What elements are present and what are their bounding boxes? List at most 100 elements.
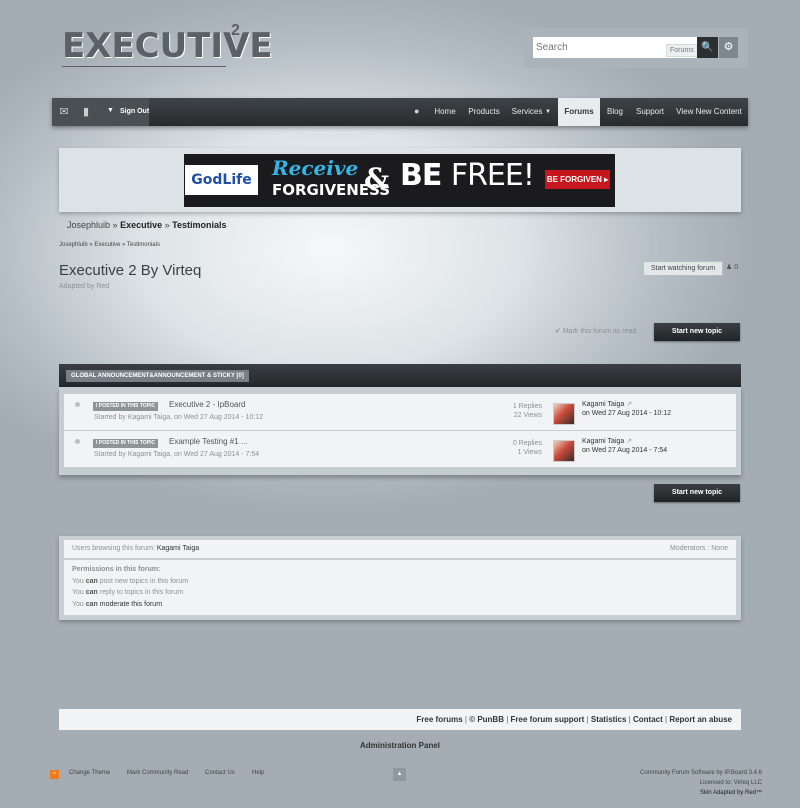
search-options-button[interactable]: ⚙ — [719, 37, 738, 58]
banner-free: FREE! — [450, 158, 535, 193]
nav-forums[interactable]: Forums — [558, 98, 600, 126]
topic-title-link[interactable]: Example Testing #1 ... — [169, 437, 248, 446]
last-post-date: on Wed 27 Aug 2014 - 10:12 — [582, 410, 671, 417]
users-browsing-label: Users browsing this forum: — [72, 545, 155, 552]
permission-line: You can moderate this forum — [72, 601, 162, 608]
mark-community-read-link[interactable]: Mark Community Read — [127, 770, 188, 776]
footer-links: Free forums | © PunBB | Free forum suppo… — [416, 715, 732, 724]
breadcrumb-small[interactable]: Josephluib » Executive » Testimonials — [59, 242, 160, 248]
banner-ampersand: & — [364, 162, 390, 195]
topic-replies: 1 Replies — [512, 403, 542, 410]
topic-views: 22 Views — [513, 412, 542, 419]
permission-line: You can post new topics in this forum — [72, 578, 188, 585]
help-link[interactable]: Help — [252, 770, 264, 776]
nav-services[interactable]: Services — [511, 98, 543, 126]
breadcrumb-executive[interactable]: Executive — [120, 220, 162, 230]
services-chevron-down-icon[interactable]: ▼ — [545, 109, 551, 115]
search-scope-label[interactable]: Forums — [666, 44, 698, 57]
change-theme-link[interactable]: Change Theme — [69, 770, 110, 776]
breadcrumb-home[interactable]: Josephluib — [67, 220, 110, 230]
banner-receive-text: Receive — [272, 156, 359, 180]
administration-panel-link[interactable]: Administration Panel — [0, 741, 800, 750]
perm-can: can — [85, 578, 98, 585]
logo-underline — [62, 66, 226, 67]
topic-title-link[interactable]: Executive 2 - IpBoard — [169, 400, 245, 409]
search-icon: 🔍 — [701, 42, 714, 53]
checkmark-icon: ✔ — [555, 328, 561, 335]
breadcrumb: Josephluib » Executive » Testimonials — [67, 220, 227, 230]
last-post-date: on Wed 27 Aug 2014 - 7:54 — [582, 447, 668, 454]
banner-be-free-text: BE FREE! — [400, 158, 535, 193]
footer-link-punbb[interactable]: © PunBB — [469, 715, 504, 724]
breadcrumb-testimonials[interactable]: Testimonials — [172, 220, 226, 230]
footer-link-support[interactable]: Free forum support — [511, 715, 585, 724]
footer-link-free-forums[interactable]: Free forums — [416, 715, 462, 724]
perm-can: can — [85, 589, 98, 596]
page-subtitle: Adapted by Red — [59, 283, 110, 290]
godlife-logo: GodLife — [185, 165, 258, 195]
footer-link-report-abuse[interactable]: Report an abuse — [669, 715, 732, 724]
page-title: Executive 2 By Virteq — [59, 262, 202, 279]
topic-started-by: Started by Kagami Taiga, on Wed 27 Aug 2… — [94, 414, 264, 421]
skin-credit-text: Skin Adapted by Red™ — [699, 790, 762, 796]
contact-us-link[interactable]: Contact Us — [205, 770, 235, 776]
moderators-label: Moderators : None — [670, 545, 728, 552]
last-post-user[interactable]: Kagami Taiga ↗ — [582, 400, 632, 408]
users-browsing: Users browsing this forum: Kagami Taiga — [72, 545, 199, 552]
avatar[interactable] — [553, 440, 575, 462]
footer-link-statistics[interactable]: Statistics — [591, 715, 627, 724]
perm-text: reply to topics in this forum — [97, 589, 184, 596]
posted-badge: I POSTED IN THIS TOPIC — [93, 439, 159, 448]
nav-products[interactable]: Products — [465, 98, 503, 126]
topic-status-icon — [75, 439, 80, 444]
start-new-topic-button-bottom[interactable]: Start new topic — [654, 484, 740, 502]
topic-status-icon — [75, 402, 80, 407]
topic-started-by: Started by Kagami Taiga, on Wed 27 Aug 2… — [94, 451, 260, 458]
permissions-title: Permissions in this forum: — [72, 566, 161, 573]
perm-prefix: You — [72, 589, 86, 596]
powered-by-text[interactable]: Community Forum Software by IP.Board 3.4… — [640, 770, 762, 776]
search-button[interactable]: 🔍 — [697, 37, 718, 58]
last-post-user-name: Kagami Taiga — [582, 401, 625, 408]
mark-read-link[interactable]: ✔ Mark this forum as read — [555, 327, 636, 335]
avatar[interactable] — [553, 403, 575, 425]
last-post-user[interactable]: Kagami Taiga ↗ — [582, 437, 632, 445]
chevron-down-icon[interactable]: ▼ — [107, 107, 114, 114]
site-logo-sup: 2 — [231, 22, 240, 39]
perm-prefix: You — [72, 578, 86, 585]
permissions-box — [64, 560, 736, 615]
perm-text: moderate this forum — [97, 601, 163, 608]
last-post-user-name: Kagami Taiga — [582, 438, 625, 445]
sign-out-link[interactable]: Sign Out — [120, 108, 149, 115]
followers-icon: ♟ — [726, 264, 733, 271]
followers-count[interactable]: ♟ 0 — [726, 263, 738, 271]
site-logo[interactable]: EXECUTIVE — [62, 26, 273, 66]
breadcrumb-sep: » — [112, 220, 118, 230]
view-last-post-icon[interactable]: ↗ — [626, 438, 632, 445]
permission-line: You can reply to topics in this forum — [72, 589, 183, 596]
perm-prefix: You — [72, 601, 86, 608]
view-last-post-icon[interactable]: ↗ — [626, 401, 632, 408]
inbox-icon[interactable]: ✉ — [58, 106, 70, 118]
browsing-user-link[interactable]: Kagami Taiga — [157, 545, 199, 552]
footer-link-contact[interactable]: Contact — [633, 715, 663, 724]
category-title: GLOBAL ANNOUNCEMENT&ANNOUNCEMENT & STICK… — [66, 370, 249, 382]
back-to-top-button[interactable]: ▲ — [393, 768, 406, 781]
nav-home[interactable]: Home — [429, 98, 461, 126]
gear-icon: ⚙ — [723, 41, 734, 53]
nav-view-new-content[interactable]: View New Content — [675, 98, 743, 126]
followers-count-value: 0 — [734, 264, 739, 271]
location-pin-icon: ● — [414, 106, 420, 116]
posted-badge: I POSTED IN THIS TOPIC — [93, 402, 159, 411]
start-watching-button[interactable]: Start watching forum — [643, 261, 723, 276]
breadcrumb-sep: » — [164, 220, 170, 230]
profile-card-icon[interactable]: ▮ — [80, 106, 92, 118]
licensed-to-text: Licensed to: Virteq LLC — [699, 780, 762, 786]
banner-be: BE — [400, 158, 442, 193]
be-forgiven-button[interactable]: BE FORGIVEN ▸ — [545, 170, 610, 189]
nav-support[interactable]: Support — [633, 98, 667, 126]
rss-icon[interactable]: ≈ — [50, 770, 59, 779]
nav-blog[interactable]: Blog — [603, 98, 627, 126]
topic-views: 1 Views — [517, 449, 542, 456]
start-new-topic-button[interactable]: Start new topic — [654, 323, 740, 341]
